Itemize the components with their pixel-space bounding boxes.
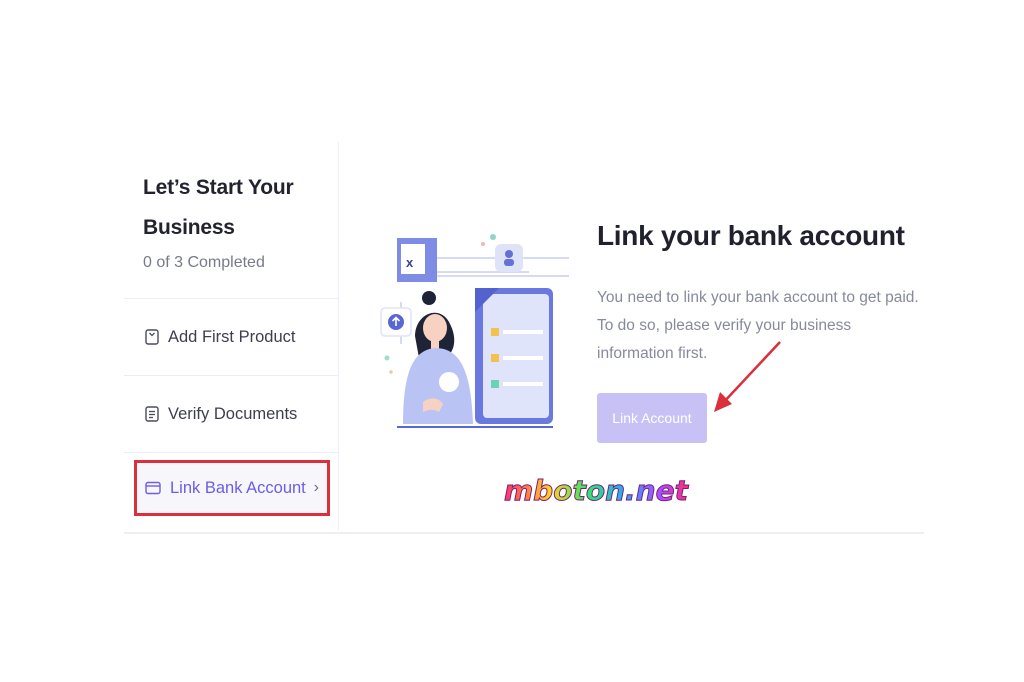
sidebar: Let’s Start Your Business 0 of 3 Complet… [124,142,339,530]
sidebar-item-label: Link Bank Account [170,478,306,497]
link-account-button[interactable]: Link Account [597,393,707,443]
sidebar-item-verify-documents[interactable]: Verify Documents [124,377,338,451]
sidebar-item-add-first-product[interactable]: Add First Product [124,300,338,374]
illustration: x [380,234,569,428]
page-title: Link your bank account [597,220,905,251]
bank-card-icon [145,481,161,495]
sidebar-item-link-bank-account[interactable]: Link Bank Account › [134,460,330,516]
sidebar-item-label: Add First Product [168,327,296,346]
annotation-arrow-icon [714,341,781,412]
document-icon [145,406,159,422]
divider [124,375,338,376]
main-panel: x Link your bank account You need to lin… [339,142,924,530]
sidebar-header: Let’s Start Your Business 0 of 3 Complet… [143,168,333,272]
divider [124,298,338,299]
chevron-right-icon: › [313,479,319,496]
watermark-text: mboton.net [504,474,690,507]
product-icon [145,329,159,345]
svg-text:x: x [406,255,414,270]
progress-text: 0 of 3 Completed [143,254,265,271]
sidebar-item-label: Verify Documents [168,404,298,423]
divider [124,452,338,453]
watermark-logo: mboton.net [504,474,691,508]
sidebar-title: Let’s Start Your Business [143,176,294,239]
